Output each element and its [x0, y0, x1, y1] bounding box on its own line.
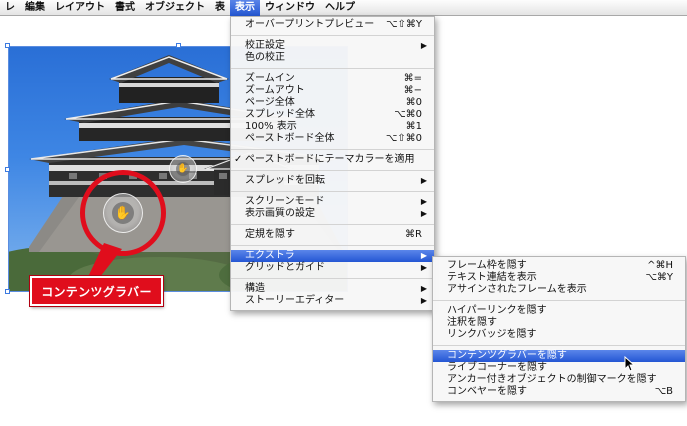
menu-item-actual-size[interactable]: 100% 表示 ⌘1 — [231, 121, 434, 133]
menu-item-hide-live-corners[interactable]: ライブコーナーを隠す — [433, 362, 685, 374]
menubar-item-edit[interactable]: 編集 — [20, 0, 50, 16]
menu-separator — [231, 224, 434, 225]
menu-item-proof-colors[interactable]: 色の校正 — [231, 52, 434, 64]
menu-item-hide-frame-edges[interactable]: フレーム枠を隠す ^⌘H — [433, 260, 685, 272]
callout-label: コンテンツグラバー — [30, 276, 163, 306]
triangle-right-icon: ▶ — [420, 41, 427, 50]
menu-item-overprint-preview[interactable]: オーバープリントプレビュー ⌥⇧⌘Y — [231, 19, 434, 31]
menu-item-zoom-in[interactable]: ズームイン ⌘= — [231, 73, 434, 85]
menubar-item-view[interactable]: 表示 — [230, 0, 260, 16]
menu-item-screen-mode[interactable]: スクリーンモード ▶ — [231, 196, 434, 208]
menu-item-fit-spread[interactable]: スプレッド全体 ⌥⌘0 — [231, 109, 434, 121]
triangle-right-icon: ▶ — [420, 176, 427, 185]
triangle-right-icon: ▶ — [420, 209, 427, 218]
menubar-item-object[interactable]: オブジェクト — [140, 0, 210, 16]
menu-item-proof-setup[interactable]: 校正設定 ▶ — [231, 40, 434, 52]
menu-item-hide-link-badge[interactable]: リンクバッジを隠す — [433, 329, 685, 341]
menu-separator — [433, 345, 685, 346]
menu-item-entire-pasteboard[interactable]: ペーストボード全体 ⌥⇧⌘0 — [231, 133, 434, 145]
menu-item-grids-guides[interactable]: グリッドとガイド ▶ — [231, 262, 434, 274]
menu-item-story-editor[interactable]: ストーリーエディター ▶ — [231, 295, 434, 307]
menu-separator — [231, 245, 434, 246]
menu-item-fit-page[interactable]: ページ全体 ⌘0 — [231, 97, 434, 109]
menubar-item-type[interactable]: 書式 — [110, 0, 140, 16]
arrow-cursor-icon — [624, 356, 636, 372]
menu-item-hide-notes[interactable]: 注釈を隠す — [433, 317, 685, 329]
menu-item-hide-rulers[interactable]: 定規を隠す ⌘R — [231, 229, 434, 241]
view-menu: オーバープリントプレビュー ⌥⇧⌘Y 校正設定 ▶ 色の校正 ズームイン ⌘= … — [230, 16, 435, 311]
menu-separator — [433, 300, 685, 301]
triangle-right-icon: ▶ — [420, 296, 427, 305]
menu-item-theme-pasteboard[interactable]: ✓ ペーストボードにテーマカラーを適用 — [231, 154, 434, 166]
menu-item-display-performance[interactable]: 表示画質の設定 ▶ — [231, 208, 434, 220]
triangle-right-icon: ▶ — [420, 251, 427, 260]
menu-item-rotate-spread[interactable]: スプレッドを回転 ▶ — [231, 175, 434, 187]
menubar-item-help[interactable]: ヘルプ — [320, 0, 360, 16]
menu-item-extras[interactable]: エクストラ ▶ — [231, 250, 434, 262]
menu-separator — [231, 170, 434, 171]
menu-separator — [231, 35, 434, 36]
menubar-item-layout[interactable]: レイアウト — [50, 0, 110, 16]
menu-item-hide-conveyor[interactable]: コンベヤーを隠す ⌥B — [433, 386, 685, 398]
menu-separator — [231, 191, 434, 192]
triangle-right-icon: ▶ — [420, 284, 427, 293]
menu-separator — [231, 68, 434, 69]
menu-item-show-text-threads[interactable]: テキスト連結を表示 ⌥⌘Y — [433, 272, 685, 284]
menu-separator — [231, 149, 434, 150]
extras-submenu: フレーム枠を隠す ^⌘H テキスト連結を表示 ⌥⌘Y アサインされたフレームを表… — [432, 256, 686, 402]
menu-item-hide-anchored-controls[interactable]: アンカー付きオブジェクトの制御マークを隠す — [433, 374, 685, 386]
menubar-item-table[interactable]: 表 — [210, 0, 230, 16]
menu-item-hide-content-grabber[interactable]: コンテンツグラバーを隠す — [433, 350, 685, 362]
menu-separator — [231, 278, 434, 279]
menu-item-structure[interactable]: 構造 ▶ — [231, 283, 434, 295]
triangle-right-icon: ▶ — [420, 197, 427, 206]
menubar-item-partial[interactable]: レ — [0, 0, 20, 16]
menu-item-show-assigned-frames[interactable]: アサインされたフレームを表示 — [433, 284, 685, 296]
menubar-item-window[interactable]: ウィンドウ — [260, 0, 320, 16]
triangle-right-icon: ▶ — [420, 263, 427, 272]
checkmark-icon: ✓ — [234, 154, 243, 165]
menu-item-zoom-out[interactable]: ズームアウト ⌘− — [231, 85, 434, 97]
menu-item-hide-hyperlinks[interactable]: ハイパーリンクを隠す — [433, 305, 685, 317]
menu-bar: レ 編集 レイアウト 書式 オブジェクト 表 表示 ウィンドウ ヘルプ — [0, 0, 687, 16]
